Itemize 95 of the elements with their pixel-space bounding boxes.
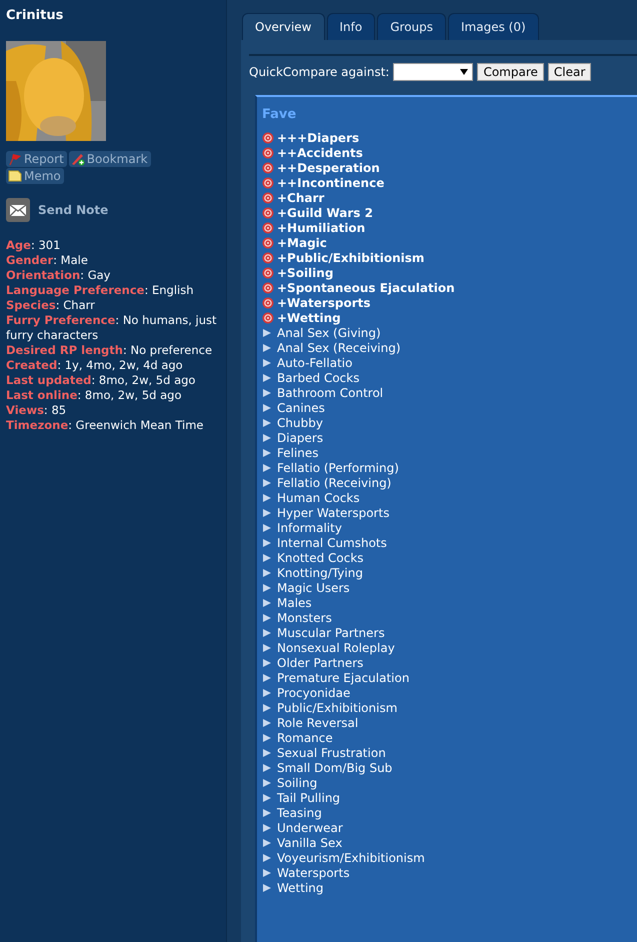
kink-name[interactable]: Knotted Cocks (277, 550, 364, 564)
target-icon (262, 296, 274, 308)
tab[interactable]: Overview (242, 13, 324, 40)
kink-name[interactable]: +Watersports (277, 296, 371, 310)
target-icon (262, 236, 274, 248)
kink-name[interactable]: Muscular Partners (277, 626, 385, 640)
tab[interactable]: Images (0) (448, 13, 539, 40)
kink-name[interactable]: Hyper Watersports (277, 506, 390, 520)
target-icon (262, 312, 274, 324)
kink-name[interactable]: Auto-Fellatio (277, 356, 352, 370)
profile-field: Created: 1y, 4mo, 2w, 4d ago (6, 358, 220, 373)
kink-name[interactable]: Procyonidae (277, 686, 350, 700)
kink-name[interactable]: +Humiliation (277, 220, 366, 234)
target-icon (262, 192, 274, 204)
kink-name[interactable]: Public/Exhibitionism (277, 700, 398, 714)
profile-field: Gender: Male (6, 253, 220, 268)
bookmark-button[interactable]: Bookmark (68, 151, 151, 167)
kink-name[interactable]: Small Dom/Big Sub (277, 760, 392, 774)
kink-name[interactable]: +Magic (277, 236, 327, 250)
kink-name[interactable]: Sexual Frustration (277, 746, 386, 760)
target-icon (262, 252, 274, 264)
profile-field: Desired RP length: No preference (6, 343, 220, 358)
pencil-plus-icon (70, 152, 85, 166)
kink-name[interactable]: Informality (277, 520, 342, 534)
kink-name[interactable]: +Charr (277, 190, 324, 204)
profile-field: Last updated: 8mo, 2w, 5d ago (6, 373, 220, 388)
kink-name[interactable]: Wetting (277, 880, 324, 894)
kink-name[interactable]: Tail Pulling (277, 790, 340, 804)
kink-name[interactable]: Voyeurism/Exhibitionism (277, 850, 425, 864)
target-icon (262, 206, 274, 218)
profile-field: Orientation: Gay (6, 268, 220, 283)
kink-name[interactable]: +Soiling (277, 266, 334, 280)
kink-name[interactable]: +Spontaneous Ejaculation (277, 280, 455, 294)
kink-name[interactable]: Knotting/Tying (277, 566, 363, 580)
kink-name[interactable]: Premature Ejaculation (277, 670, 410, 684)
kink-name[interactable]: Bathroom Control (277, 386, 384, 400)
kink-name[interactable]: Anal Sex (Giving) (277, 326, 381, 340)
kink-name[interactable]: ++Accidents (277, 146, 363, 160)
kink-name[interactable]: Fellatio (Receiving) (277, 476, 392, 490)
kink-name[interactable]: Romance (277, 730, 333, 744)
kink-name[interactable]: Diapers (277, 430, 324, 444)
profile-field: Furry Preference: No humans, just furry characters (6, 313, 220, 343)
target-icon (262, 162, 274, 174)
tab[interactable]: Groups (377, 13, 446, 40)
kink-name[interactable]: Monsters (277, 610, 332, 624)
kink-name[interactable]: Internal Cumshots (277, 536, 387, 550)
flag-icon (8, 152, 22, 166)
tab[interactable]: Info (326, 13, 376, 40)
kink-name[interactable]: Watersports (277, 866, 350, 880)
kink-name[interactable]: +Public/Exhibitionism (277, 250, 424, 264)
profile-field: Timezone: Greenwich Mean Time (6, 418, 220, 433)
send-note-button[interactable]: Send Note (6, 198, 108, 222)
kink-name[interactable]: ++Incontinence (277, 176, 384, 190)
kink-name[interactable]: Canines (277, 400, 325, 414)
kink-name[interactable]: ++Desperation (277, 160, 380, 174)
target-icon (262, 132, 274, 144)
kink-name[interactable]: Anal Sex (Receiving) (277, 340, 401, 354)
profile-field: Language Preference: English (6, 283, 220, 298)
kink-name[interactable]: Teasing (277, 806, 322, 820)
kink-name[interactable]: Fellatio (Performing) (277, 460, 399, 474)
kink-name[interactable]: +Wetting (277, 310, 341, 324)
target-icon (262, 146, 274, 158)
target-icon (262, 222, 274, 234)
section-title: Fave (262, 107, 298, 122)
kink-name[interactable]: Human Cocks (277, 490, 360, 504)
memo-button[interactable]: Memo (6, 168, 64, 184)
profile-name: Crinitus (6, 8, 64, 23)
compare-dropdown[interactable] (393, 63, 474, 81)
target-icon (262, 176, 274, 188)
kink-name[interactable]: Magic Users (277, 580, 350, 594)
envelope-icon (6, 198, 30, 222)
compare-button[interactable]: Compare (477, 63, 544, 81)
kink-name[interactable]: Barbed Cocks (277, 370, 360, 384)
profile-field: Views: 85 (6, 403, 220, 418)
kink-name[interactable]: Males (277, 596, 312, 610)
kink-name[interactable]: Vanilla Sex (277, 836, 342, 850)
target-icon (262, 266, 274, 278)
kink-name[interactable]: Chubby (277, 416, 323, 430)
quick-compare-label: QuickCompare against: (249, 65, 390, 79)
note-icon (8, 169, 22, 183)
clear-button[interactable]: Clear (548, 63, 592, 81)
kink-name[interactable]: Underwear (277, 820, 343, 834)
kink-name[interactable]: +++Diapers (277, 130, 360, 144)
profile-field: Last online: 8mo, 2w, 5d ago (6, 388, 220, 403)
kink-name[interactable]: Role Reversal (277, 716, 358, 730)
kink-name[interactable]: Older Partners (277, 656, 364, 670)
kink-name[interactable]: Soiling (277, 776, 318, 790)
kink-name[interactable]: +Guild Wars 2 (277, 206, 373, 220)
report-button[interactable]: Report (6, 151, 67, 167)
caret-icon (460, 69, 468, 75)
kink-name[interactable]: Felines (277, 446, 319, 460)
profile-field: Species: Charr (6, 298, 220, 313)
profile-field: Age: 301 (6, 238, 220, 253)
target-icon (262, 282, 274, 294)
kink-name[interactable]: Nonsexual Roleplay (277, 640, 395, 654)
